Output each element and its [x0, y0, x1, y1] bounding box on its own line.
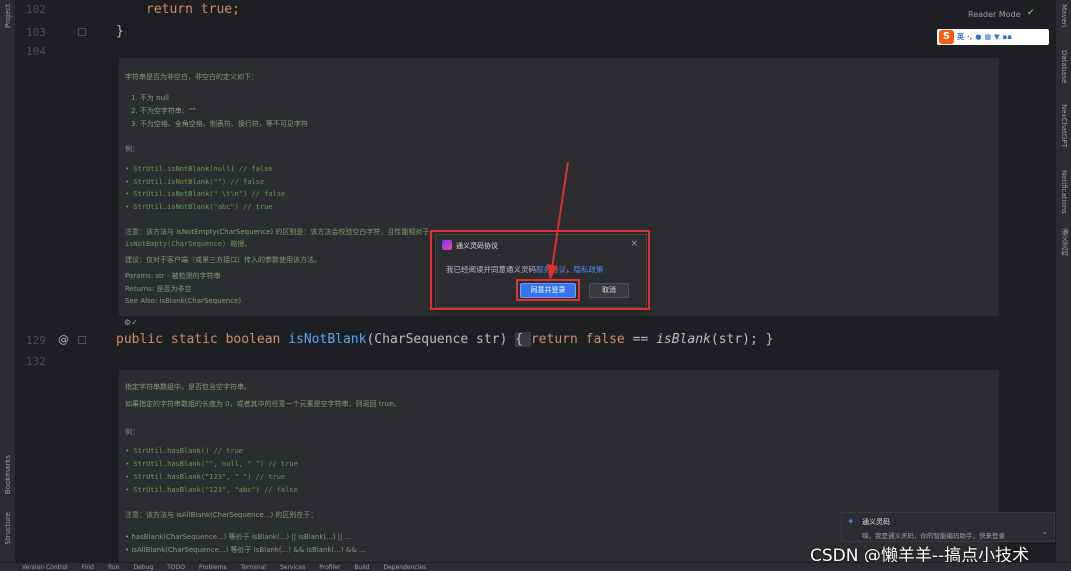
line-number: 102 [26, 3, 46, 16]
doc-text: • isAllBlank(CharSequence...) 等价于 isBlan… [125, 546, 366, 554]
left-tool-strip: Project Bookmarks Structure [0, 0, 16, 562]
doc-text: 注意：该方法与 isAllBlank(CharSequence...) 的区别在… [125, 511, 318, 519]
notification-body: 嗨，我是通义灵码，你的智能编码助手，快来登录 [862, 532, 1005, 540]
doc-text: • hasBlank(CharSequence...) 等价于 isBlank(… [125, 533, 352, 541]
doc-text: 注意：该方法与 isNotEmpty(CharSequence) 的区别是：该方… [125, 228, 430, 236]
doc-code-example: • StrUtil.isNotBlank("") // false [125, 178, 265, 186]
doc-code-example: • StrUtil.isNotBlank("abc") // true [125, 203, 273, 211]
line-number: 129 [26, 334, 46, 347]
structure-tool-tab[interactable]: Structure [4, 512, 12, 545]
doc-code-example: • StrUtil.hasBlank("123", "abc") // fals… [125, 486, 298, 494]
dialog-message-text: 我已经阅读并同意通义灵码 [446, 265, 536, 274]
bottom-tool-tab[interactable]: Services [280, 564, 305, 571]
bottom-tool-tab[interactable]: Build [354, 564, 369, 571]
privacy-policy-link[interactable]: 隐私政策 [574, 265, 604, 274]
keyboard-icon[interactable]: ▦ [984, 33, 991, 41]
line-gutter: 102 103 104 129 132 @ [16, 0, 96, 562]
line-number: 103 [26, 26, 46, 39]
bottom-tool-tab[interactable]: Dependencies [383, 564, 426, 571]
code-line-129[interactable]: public static boolean isNotBlank(CharSeq… [116, 332, 774, 347]
line-number: 104 [26, 45, 46, 58]
nexchatgpt-tool-tab[interactable]: NexChatGPT [1060, 104, 1068, 148]
close-icon[interactable]: × [630, 239, 638, 249]
ime-lang-toggle[interactable]: 英 [957, 32, 964, 42]
code-params: (CharSequence str) [366, 332, 516, 347]
bottom-tool-tab[interactable]: Run [108, 564, 120, 571]
fold-icon[interactable] [78, 28, 86, 36]
doc-see-also-link[interactable]: See Also: isBlank(CharSequence) [125, 297, 241, 305]
microphone-icon[interactable]: ● [975, 33, 981, 41]
agree-and-login-button[interactable]: 同意并登录 [520, 283, 576, 298]
notifications-tool-tab[interactable]: Notifications [1060, 170, 1068, 214]
doc-text: 字符串是否为非空白，非空白的定义如下： [125, 73, 258, 81]
ime-toolbar[interactable]: S 英 ·, ● ▦ ▼ ▪▪ [937, 29, 1049, 45]
bottom-tool-tab[interactable]: Version Control [22, 564, 68, 571]
tongyi-tool-tab[interactable]: 通义灵码 [1060, 228, 1070, 256]
line-number: 132 [26, 355, 46, 368]
tongyi-icon: ◈ [848, 517, 854, 525]
doc-text: 如果指定的字符串数组的长度为 0，或者其中的任意一个元素是空字符串，则返回 tr… [125, 400, 401, 408]
doc-text: 指定字符串数组中，是否包含空字符串。 [125, 383, 251, 391]
code-line[interactable]: } [116, 24, 124, 39]
chevron-down-icon[interactable]: ⌄ [1041, 527, 1048, 536]
doc-code-example: • StrUtil.hasBlank() // true [125, 447, 244, 455]
method-name: isNotBlank [288, 332, 367, 347]
bookmarks-tool-tab[interactable]: Bookmarks [4, 455, 12, 494]
code-line[interactable]: return true; [146, 2, 240, 17]
bottom-tool-tab[interactable]: Problems [199, 564, 227, 571]
doc-code-example: • StrUtil.isNotBlank(" \t\n") // false [125, 190, 286, 198]
doc-code-example: • StrUtil.isNotBlank(null) // false [125, 165, 273, 173]
ide-window: Project Bookmarks Structure 102 103 104 … [0, 0, 1071, 571]
method-call: isBlank [656, 332, 711, 347]
cancel-button[interactable]: 取消 [589, 283, 629, 298]
doc-params: Params: str - 被检测的字符串 [125, 272, 221, 280]
dialog-message: 我已经阅读并同意通义灵码服务协议，隐私政策 [446, 264, 604, 275]
doc-text: 建议：仅对于客户端（或第三方接口）传入的参数使用该方法。 [125, 256, 321, 264]
doc-text: 2. 不为空字符串："" [131, 107, 196, 115]
code-operator: == [624, 332, 657, 347]
doc-text: 例： [125, 145, 139, 153]
right-tool-strip: Maven Database NexChatGPT Notifications … [1055, 0, 1071, 562]
bottom-tool-tab[interactable]: TODO [167, 564, 185, 571]
agreement-dialog: 通义灵码协议 × 我已经阅读并同意通义灵码服务协议，隐私政策 同意并登录 取消 [435, 234, 647, 308]
code-keyword: public static boolean [116, 332, 289, 347]
fold-icon[interactable] [78, 336, 86, 344]
separator: ， [566, 265, 574, 274]
check-icon: ✔ [1027, 8, 1035, 18]
code-keyword: return false [530, 332, 625, 347]
code-end: (str); } [710, 332, 774, 347]
doc-text: 例： [125, 428, 139, 436]
bottom-tool-tab[interactable]: Profiler [319, 564, 340, 571]
sogou-logo-icon[interactable]: S [939, 30, 954, 44]
doc-returns: Returns: 是否为非空 [125, 285, 192, 293]
bottom-tool-tab[interactable]: Find [82, 564, 94, 571]
punctuation-icon[interactable]: ·, [967, 33, 972, 41]
menu-grid-icon[interactable]: ▪▪ [1002, 33, 1012, 41]
maven-tool-tab[interactable]: Maven [1060, 4, 1068, 27]
doc-text: isNotEmpty(CharSequence) 略慢。 [125, 240, 252, 248]
annotation-gutter-icon[interactable]: @ [58, 333, 69, 346]
ai-sparkle-icon[interactable]: ⚙✓ [124, 318, 138, 327]
project-tool-tab[interactable]: Project [4, 4, 12, 28]
doc-text: 3. 不为空格、全角空格、制表符、换行符，等不可见字符 [131, 120, 308, 128]
database-tool-tab[interactable]: Database [1060, 50, 1068, 83]
skin-icon[interactable]: ▼ [994, 33, 999, 41]
bottom-tool-tab[interactable]: Debug [133, 564, 153, 571]
service-agreement-link[interactable]: 服务协议 [536, 265, 566, 274]
reader-mode-toggle[interactable]: Reader Mode [968, 10, 1021, 19]
doc-text: 1. 不为 null [131, 94, 169, 102]
doc-code-example: • StrUtil.hasBlank("", null, " ") // tru… [125, 460, 298, 468]
bottom-tool-tab[interactable]: Terminal [241, 564, 266, 571]
code-brace: { [515, 332, 531, 347]
notification-title: 通义灵码 [862, 518, 890, 526]
doc-code-example: • StrUtil.hasBlank("123", " ") // true [125, 473, 286, 481]
tongyi-logo-icon [442, 240, 452, 250]
notification-popup[interactable]: ◈ 通义灵码 嗨，我是通义灵码，你的智能编码助手，快来登录 ⌄ [841, 512, 1055, 542]
dialog-title: 通义灵码协议 [456, 242, 498, 250]
bottom-tool-bar: Version Control Find Run Debug TODO Problems T… [0, 562, 1071, 571]
